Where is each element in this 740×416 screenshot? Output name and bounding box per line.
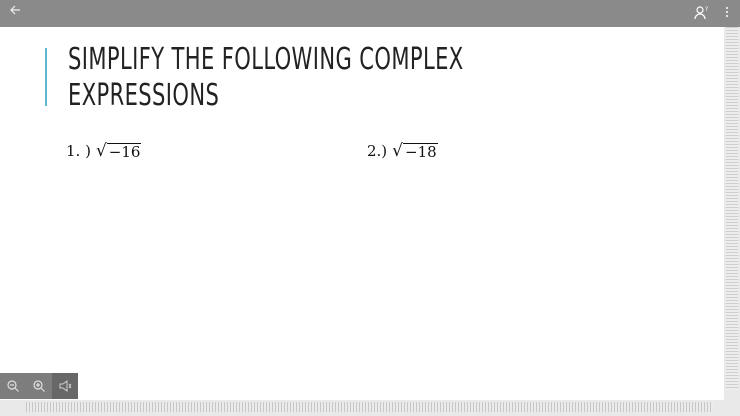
zoom-in-icon[interactable] bbox=[26, 373, 52, 399]
person-question-icon[interactable]: ? bbox=[694, 5, 710, 21]
square-root-expression: √ −18 bbox=[392, 142, 438, 160]
zoom-controls bbox=[0, 373, 78, 399]
slide-canvas: SIMPLIFY THE FOLLOWING COMPLEX EXPRESSIO… bbox=[0, 27, 724, 400]
svg-text:?: ? bbox=[705, 6, 708, 13]
radical-sign: √ bbox=[392, 141, 404, 161]
problem-2: 2.) √ −18 bbox=[367, 142, 438, 160]
slide-title: SIMPLIFY THE FOLLOWING COMPLEX EXPRESSIO… bbox=[68, 42, 505, 114]
problem-number: 1. ) bbox=[66, 142, 91, 160]
zoom-out-icon[interactable] bbox=[0, 373, 26, 399]
radical-sign: √ bbox=[95, 141, 107, 161]
problem-number: 2.) bbox=[367, 142, 388, 160]
problem-1: 1. ) √ −16 bbox=[66, 142, 142, 160]
title-line-2: EXPRESSIONS bbox=[68, 78, 220, 113]
title-line-1: SIMPLIFY THE FOLLOWING COMPLEX bbox=[68, 42, 464, 77]
top-toolbar: ? bbox=[0, 0, 740, 27]
horizontal-scrollbar[interactable] bbox=[26, 402, 713, 412]
radicand: −16 bbox=[106, 143, 142, 161]
square-root-expression: √ −16 bbox=[96, 142, 142, 160]
back-arrow-icon[interactable] bbox=[6, 4, 24, 22]
more-vertical-icon[interactable] bbox=[722, 5, 732, 21]
vertical-scrollbar[interactable] bbox=[726, 27, 738, 390]
speaker-icon[interactable] bbox=[52, 373, 78, 399]
title-accent-bar bbox=[45, 48, 47, 106]
radicand: −18 bbox=[403, 143, 438, 161]
